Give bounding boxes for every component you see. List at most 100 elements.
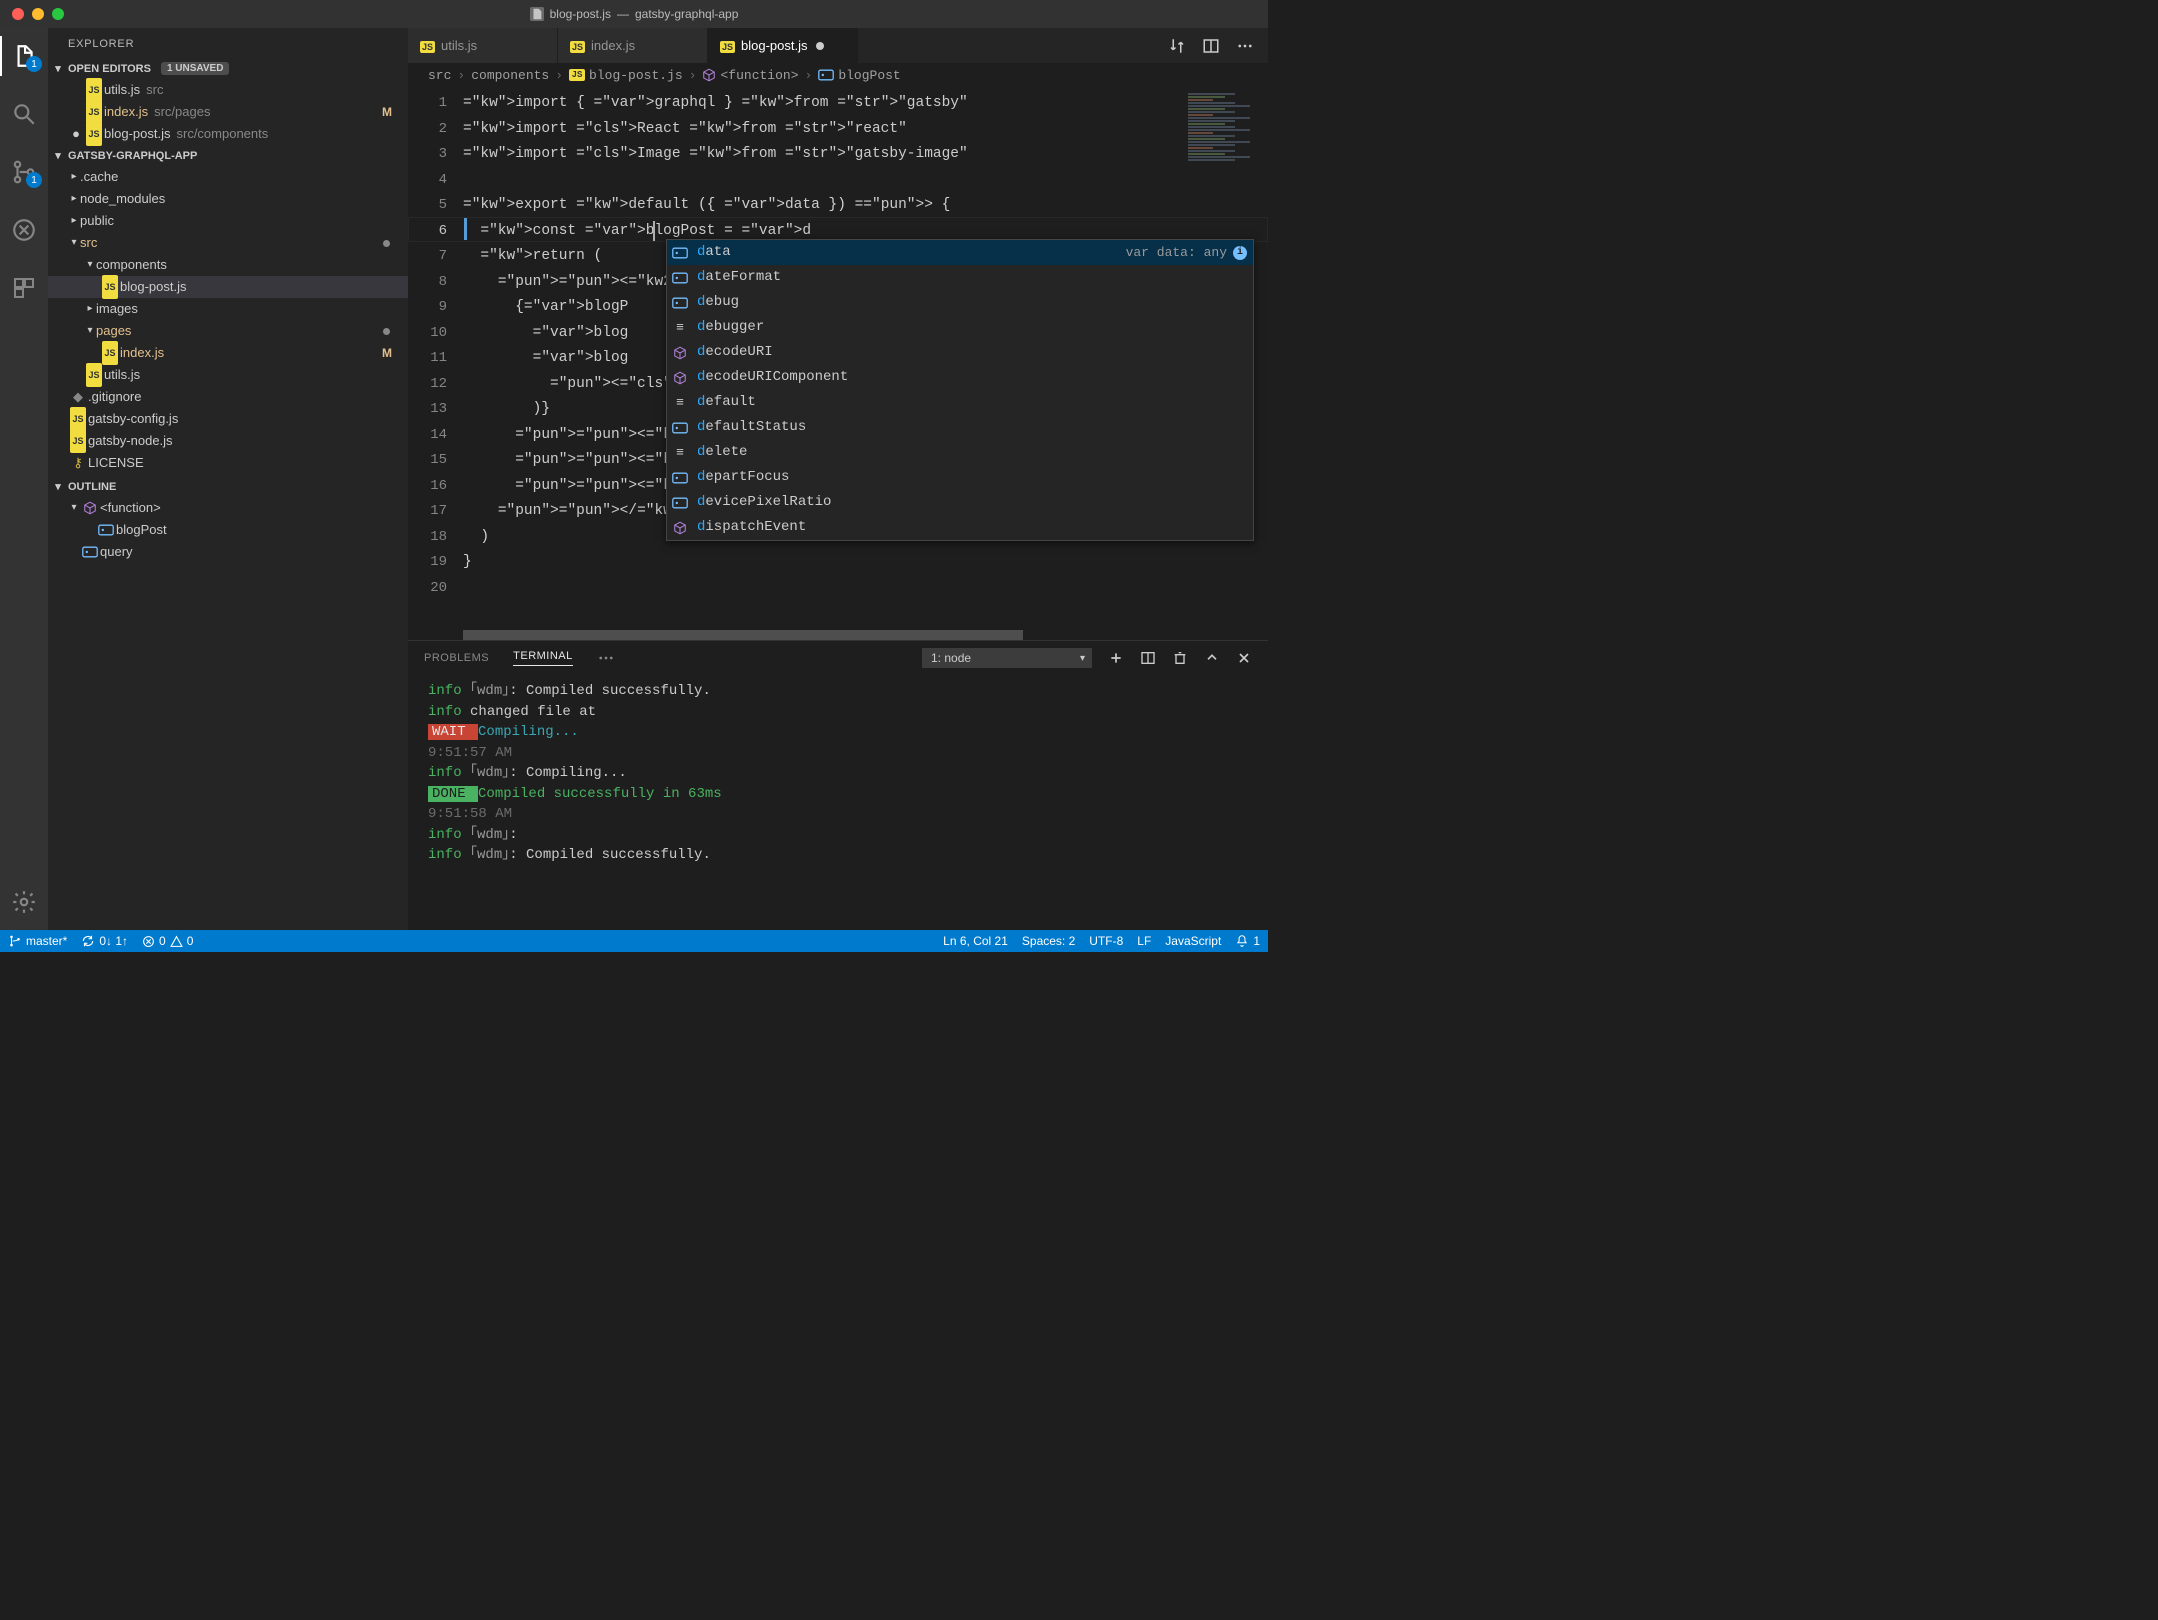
- horizontal-scrollbar[interactable]: [463, 630, 1023, 640]
- outline-header[interactable]: ▾ OUTLINE: [48, 476, 408, 497]
- breadcrumb-seg[interactable]: src: [428, 68, 451, 83]
- suggest-item[interactable]: defaultStatus: [667, 415, 1253, 440]
- panel: PROBLEMS TERMINAL 1: node info ｢wdm｣: Co…: [408, 640, 1268, 930]
- tree-item[interactable]: JSindex.jsM: [48, 342, 408, 364]
- outline-item[interactable]: ▾<function>: [48, 497, 408, 519]
- minimap[interactable]: [1184, 87, 1254, 197]
- panel-more-icon[interactable]: [597, 649, 615, 667]
- breadcrumb-seg[interactable]: components: [471, 68, 549, 83]
- breadcrumbs[interactable]: src›components›JSblog-post.js›<function>…: [408, 63, 1268, 87]
- activity-search[interactable]: [0, 94, 48, 134]
- status-feedback[interactable]: 1: [1235, 934, 1260, 948]
- activity-scm[interactable]: 1: [0, 152, 48, 192]
- activity-settings[interactable]: [0, 882, 48, 922]
- editor-tab[interactable]: JSblog-post.js: [708, 28, 858, 63]
- maximize-panel-icon[interactable]: [1204, 650, 1220, 666]
- variable-icon: [82, 546, 98, 558]
- suggest-item[interactable]: dispatchEvent: [667, 515, 1253, 540]
- js-icon: JS: [102, 341, 118, 365]
- status-language[interactable]: JavaScript: [1165, 934, 1221, 948]
- tree-item[interactable]: ▸node_modules: [48, 188, 408, 210]
- editor-tab[interactable]: JSindex.js: [558, 28, 708, 63]
- js-icon: JS: [720, 41, 735, 53]
- tree-item[interactable]: ▸.cache: [48, 166, 408, 188]
- tree-item[interactable]: ▸public: [48, 210, 408, 232]
- suggest-item[interactable]: decodeURI: [667, 340, 1253, 365]
- suggest-item[interactable]: datavar data: anyi: [667, 240, 1253, 265]
- variable-icon: [818, 69, 834, 81]
- open-editor-item[interactable]: ●JSblog-post.jssrc/components: [48, 123, 408, 145]
- breadcrumb-seg[interactable]: JSblog-post.js: [569, 68, 683, 83]
- editor-tab[interactable]: JSutils.js: [408, 28, 558, 63]
- tree-item[interactable]: ▸images: [48, 298, 408, 320]
- js-icon: JS: [570, 41, 585, 53]
- status-sync[interactable]: 0↓ 1↑: [81, 934, 128, 948]
- js-icon: JS: [569, 69, 585, 81]
- js-icon: JS: [420, 41, 435, 53]
- status-indentation[interactable]: Spaces: 2: [1022, 934, 1075, 948]
- more-icon[interactable]: [1236, 37, 1254, 55]
- suggest-item[interactable]: debug: [667, 290, 1253, 315]
- suggest-item[interactable]: departFocus: [667, 465, 1253, 490]
- editor-actions: [1168, 28, 1268, 63]
- terminal-body[interactable]: info ｢wdm｣: Compiled successfully.info c…: [408, 675, 1268, 930]
- outline-item[interactable]: blogPost: [48, 519, 408, 541]
- file-tree: ▸.cache▸node_modules▸public▾src▾componen…: [48, 166, 408, 474]
- tree-item[interactable]: JSgatsby-config.js: [48, 408, 408, 430]
- status-encoding[interactable]: UTF-8: [1089, 934, 1123, 948]
- status-cursor-pos[interactable]: Ln 6, Col 21: [943, 934, 1008, 948]
- tree-item[interactable]: ◆.gitignore: [48, 386, 408, 408]
- js-icon: JS: [86, 363, 102, 387]
- activity-explorer[interactable]: 1: [0, 36, 48, 76]
- open-editor-item[interactable]: JSindex.jssrc/pagesM: [48, 101, 408, 123]
- open-editors-header[interactable]: ▾ OPEN EDITORS 1 UNSAVED: [48, 58, 408, 79]
- new-terminal-icon[interactable]: [1108, 650, 1124, 666]
- compare-changes-icon[interactable]: [1168, 37, 1186, 55]
- editor-tabs: JSutils.jsJSindex.jsJSblog-post.js: [408, 28, 1268, 63]
- close-panel-icon[interactable]: [1236, 650, 1252, 666]
- split-editor-icon[interactable]: [1202, 37, 1220, 55]
- editor[interactable]: 1234567891011121314151617181920 ="kw">im…: [408, 87, 1268, 640]
- code-area[interactable]: ="kw">import { ="var">graphql } ="kw">fr…: [463, 87, 1268, 640]
- suggest-item[interactable]: ≡debugger: [667, 315, 1253, 340]
- unsaved-badge: 1 UNSAVED: [161, 62, 230, 75]
- open-editor-item[interactable]: JSutils.jssrc: [48, 79, 408, 101]
- split-terminal-icon[interactable]: [1140, 650, 1156, 666]
- status-problems[interactable]: 0 0: [142, 934, 193, 948]
- kill-terminal-icon[interactable]: [1172, 650, 1188, 666]
- warning-icon: [170, 935, 183, 948]
- suggest-item[interactable]: devicePixelRatio: [667, 490, 1253, 515]
- status-branch[interactable]: master*: [8, 934, 67, 948]
- activity-extensions[interactable]: [0, 268, 48, 308]
- tree-item[interactable]: ⚷LICENSE: [48, 452, 408, 474]
- status-eol[interactable]: LF: [1137, 934, 1151, 948]
- outline-item[interactable]: query: [48, 541, 408, 563]
- variable-icon: [672, 247, 688, 259]
- tree-item[interactable]: ▾pages: [48, 320, 408, 342]
- variable-icon: [672, 272, 688, 284]
- extensions-icon: [12, 276, 36, 300]
- variable-icon: [672, 297, 688, 309]
- git-branch-icon: [8, 934, 22, 948]
- breadcrumb-seg[interactable]: <function>: [702, 68, 798, 83]
- panel-tab-problems[interactable]: PROBLEMS: [424, 652, 489, 664]
- project-header[interactable]: ▾ GATSBY-GRAPHQL-APP: [48, 145, 408, 166]
- panel-tab-terminal[interactable]: TERMINAL: [513, 650, 573, 666]
- cube-icon: [673, 346, 687, 360]
- info-icon[interactable]: i: [1233, 246, 1247, 260]
- line-gutter: 1234567891011121314151617181920: [408, 87, 463, 640]
- suggest-item[interactable]: ≡delete: [667, 440, 1253, 465]
- suggest-item[interactable]: decodeURIComponent: [667, 365, 1253, 390]
- tree-item[interactable]: JSgatsby-node.js: [48, 430, 408, 452]
- suggest-item[interactable]: dateFormat: [667, 265, 1253, 290]
- tree-item[interactable]: ▾src: [48, 232, 408, 254]
- tree-item[interactable]: JSutils.js: [48, 364, 408, 386]
- breadcrumb-seg[interactable]: blogPost: [818, 68, 900, 83]
- suggest-widget[interactable]: datavar data: anyidateFormatdebug≡debugg…: [666, 239, 1254, 541]
- js-icon: JS: [102, 275, 118, 299]
- terminal-select[interactable]: 1: node: [922, 648, 1092, 668]
- suggest-item[interactable]: ≡default: [667, 390, 1253, 415]
- activity-debug[interactable]: [0, 210, 48, 250]
- tree-item[interactable]: JSblog-post.js: [48, 276, 408, 298]
- tree-item[interactable]: ▾components: [48, 254, 408, 276]
